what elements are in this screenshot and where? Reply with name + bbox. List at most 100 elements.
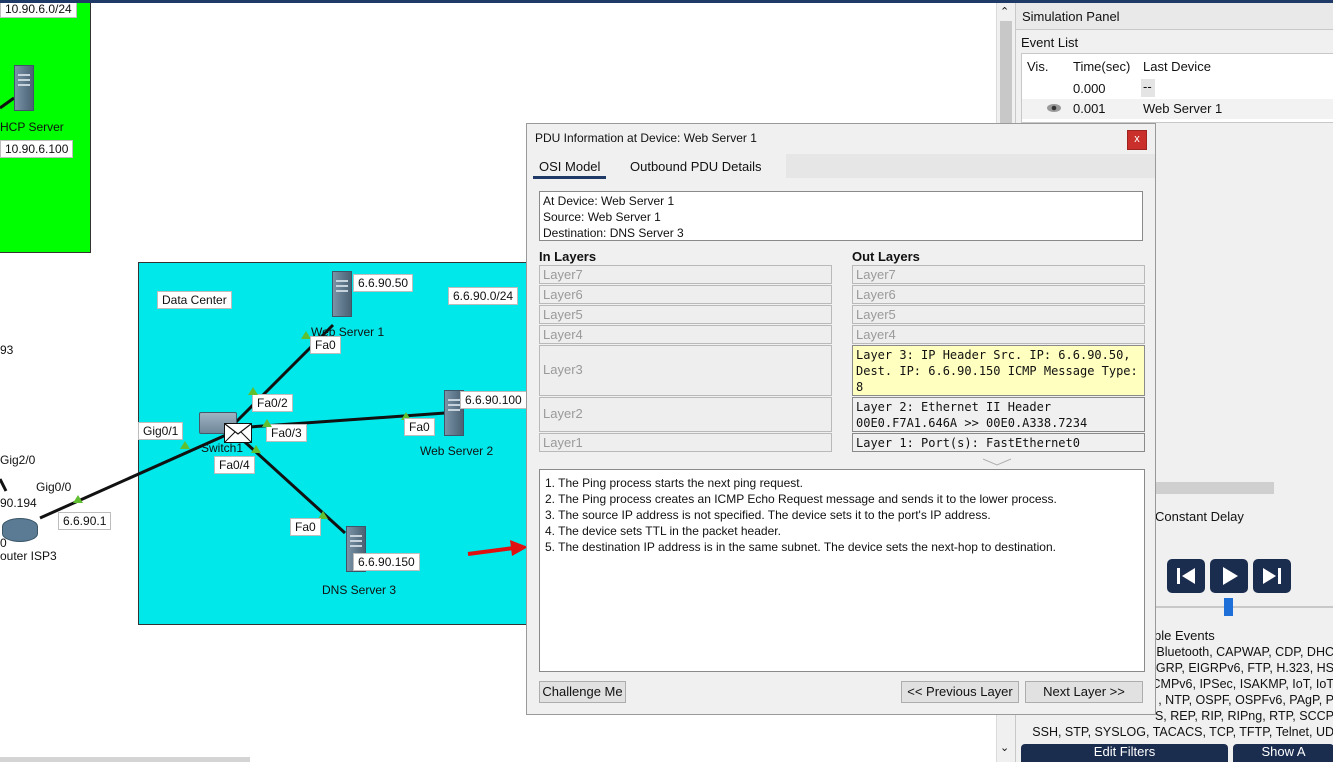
out-layer-7[interactable]: Layer7 — [852, 265, 1145, 284]
in-layer-7[interactable]: Layer7 — [539, 265, 832, 284]
table-row[interactable]: 0.001 Web Server 1 — [1022, 99, 1333, 119]
link-light-icon — [180, 441, 190, 449]
web-server-2-port: Fa0 — [404, 418, 435, 436]
dhcp-server-icon[interactable] — [14, 65, 34, 111]
router-left-link — [0, 478, 8, 492]
out-layer-6[interactable]: Layer6 — [852, 285, 1145, 304]
link-light-icon — [73, 495, 83, 503]
tab-bar-background — [786, 154, 1155, 178]
event-time: 0.000 — [1073, 81, 1106, 96]
dns-server-3-port: Fa0 — [290, 518, 321, 536]
dns-server-3-label: DNS Server 3 — [322, 583, 397, 597]
dhcp-server-label: HCP Server — [0, 120, 64, 134]
event-time: 0.001 — [1073, 101, 1106, 116]
in-layer-3[interactable]: Layer3 — [539, 345, 832, 396]
network-label-top: 10.90.6.0/24 — [0, 3, 77, 18]
switch-fa0-3-label: Fa0/3 — [266, 424, 307, 442]
speed-slider-thumb[interactable] — [1224, 598, 1233, 616]
event-device: -- — [1141, 79, 1155, 97]
col-last-device-header[interactable]: Last Device — [1143, 59, 1211, 74]
gig2-0-label: Gig2/0 — [0, 453, 36, 467]
link-light-icon — [262, 419, 272, 427]
tab-osi-model[interactable]: OSI Model — [533, 157, 607, 179]
source-line: Source: Web Server 1 — [543, 210, 661, 224]
panel-scrollbar[interactable] — [1156, 482, 1274, 494]
filter-line: SSH, STP, SYSLOG, TACACS, TCP, TFTP, Tel… — [1032, 725, 1333, 739]
tab-outbound-pdu-details[interactable]: Outbound PDU Details — [624, 157, 768, 176]
link-light-icon — [248, 387, 258, 395]
router-gig0-0-label: Gig0/0 — [36, 480, 72, 494]
back-button[interactable] — [1167, 559, 1205, 593]
event-device: Web Server 1 — [1143, 101, 1223, 116]
router-icon[interactable] — [2, 518, 38, 542]
event-list-label: Event List — [1021, 35, 1079, 50]
constant-delay-label: Constant Delay — [1155, 509, 1244, 524]
web-server-2-label: Web Server 2 — [420, 444, 494, 458]
out-layer-2[interactable]: Layer 2: Ethernet II Header 00E0.F7A1.64… — [852, 397, 1145, 432]
table-row[interactable]: 0.000 -- — [1022, 79, 1333, 99]
pdu-info-box: At Device: Web Server 1 Source: Web Serv… — [539, 191, 1143, 241]
challenge-me-button[interactable]: Challenge Me — [539, 681, 626, 703]
in-layer-1[interactable]: Layer1 — [539, 433, 832, 452]
in-layer-6[interactable]: Layer6 — [539, 285, 832, 304]
web-server-2-ip: 6.6.90.100 — [460, 391, 527, 409]
col-vis-header[interactable]: Vis. — [1027, 59, 1048, 74]
web-server-1-ip: 6.6.90.50 — [353, 274, 414, 292]
out-layers-heading: Out Layers — [852, 249, 920, 264]
scroll-down-icon[interactable]: ⌄ — [1000, 741, 1009, 754]
sim-panel-title: Simulation Panel — [1022, 9, 1120, 24]
switch-fa0-4-label: Fa0/4 — [214, 456, 255, 474]
pdu-info-dialog: PDU Information at Device: Web Server 1 … — [526, 123, 1156, 715]
out-layer-3[interactable]: Layer 3: IP Header Src. IP: 6.6.90.50, D… — [852, 345, 1145, 396]
step-line: 1. The Ping process starts the next ping… — [545, 476, 803, 490]
in-layers-heading: In Layers — [539, 249, 597, 264]
red-arrow-icon — [467, 540, 528, 556]
in-layer-4[interactable]: Layer4 — [539, 325, 832, 344]
eye-icon[interactable] — [1046, 102, 1062, 114]
speed-slider-track[interactable] — [1156, 606, 1333, 608]
col-time-header[interactable]: Time(sec) — [1073, 59, 1130, 74]
step-line: 4. The device sets TTL in the packet hea… — [545, 524, 781, 538]
close-button[interactable]: x — [1127, 130, 1147, 150]
router-label: outer ISP3 — [0, 549, 57, 563]
visible-events-label: ble Events — [1154, 628, 1215, 643]
destination-line: Destination: DNS Server 3 — [543, 226, 684, 240]
web-server-1-icon[interactable] — [332, 271, 352, 317]
scroll-up-icon[interactable]: ⌃ — [1000, 5, 1009, 18]
web-server-1-port: Fa0 — [310, 336, 341, 354]
switch-fa0-2-label: Fa0/2 — [252, 394, 293, 412]
pdu-envelope-icon[interactable] — [224, 423, 252, 443]
dhcp-server-ip: 10.90.6.100 — [0, 140, 74, 158]
out-layer-1[interactable]: Layer 1: Port(s): FastEthernet0 — [852, 433, 1145, 452]
process-steps-box: 1. The Ping process starts the next ping… — [539, 469, 1145, 672]
horizontal-scrollbar[interactable] — [0, 757, 250, 762]
play-button[interactable] — [1210, 559, 1248, 593]
dhcp-link — [0, 96, 15, 110]
show-all-button[interactable]: Show A — [1233, 744, 1333, 762]
partial-label-93: 93 — [0, 343, 14, 357]
pdu-dialog-title: PDU Information at Device: Web Server 1 — [535, 131, 757, 145]
subnet-label: 6.6.90.0/24 — [448, 287, 519, 305]
link-light-icon — [251, 445, 261, 453]
forward-button[interactable] — [1253, 559, 1291, 593]
event-list-table: Vis. Time(sec) Last Device 0.000 -- 0.00… — [1021, 53, 1333, 123]
switch-label: Switch1 — [201, 441, 244, 455]
step-line: 2. The Ping process creates an ICMP Echo… — [545, 492, 1057, 506]
edit-filters-button[interactable]: Edit Filters — [1021, 744, 1228, 762]
out-layer-5[interactable]: Layer5 — [852, 305, 1145, 324]
step-line: 5. The destination IP address is in the … — [545, 540, 1056, 554]
out-layer-4[interactable]: Layer4 — [852, 325, 1145, 344]
left-ip-label: 90.194 — [0, 496, 37, 510]
step-line: 3. The source IP address is not specifie… — [545, 508, 991, 522]
next-layer-button[interactable]: Next Layer >> — [1025, 681, 1143, 703]
router-ip-label: 6.6.90.1 — [58, 512, 112, 530]
data-center-label: Data Center — [157, 291, 232, 309]
dns-server-3-ip: 6.6.90.150 — [353, 553, 420, 571]
in-layer-5[interactable]: Layer5 — [539, 305, 832, 324]
at-device-line: At Device: Web Server 1 — [543, 194, 675, 208]
chevron-down-icon — [982, 454, 1012, 466]
pdu-tab-bar: OSI Model Outbound PDU Details — [527, 154, 1155, 179]
switch-gig0-1-label: Gig0/1 — [138, 422, 184, 440]
in-layer-2[interactable]: Layer2 — [539, 397, 832, 432]
previous-layer-button[interactable]: << Previous Layer — [901, 681, 1019, 703]
